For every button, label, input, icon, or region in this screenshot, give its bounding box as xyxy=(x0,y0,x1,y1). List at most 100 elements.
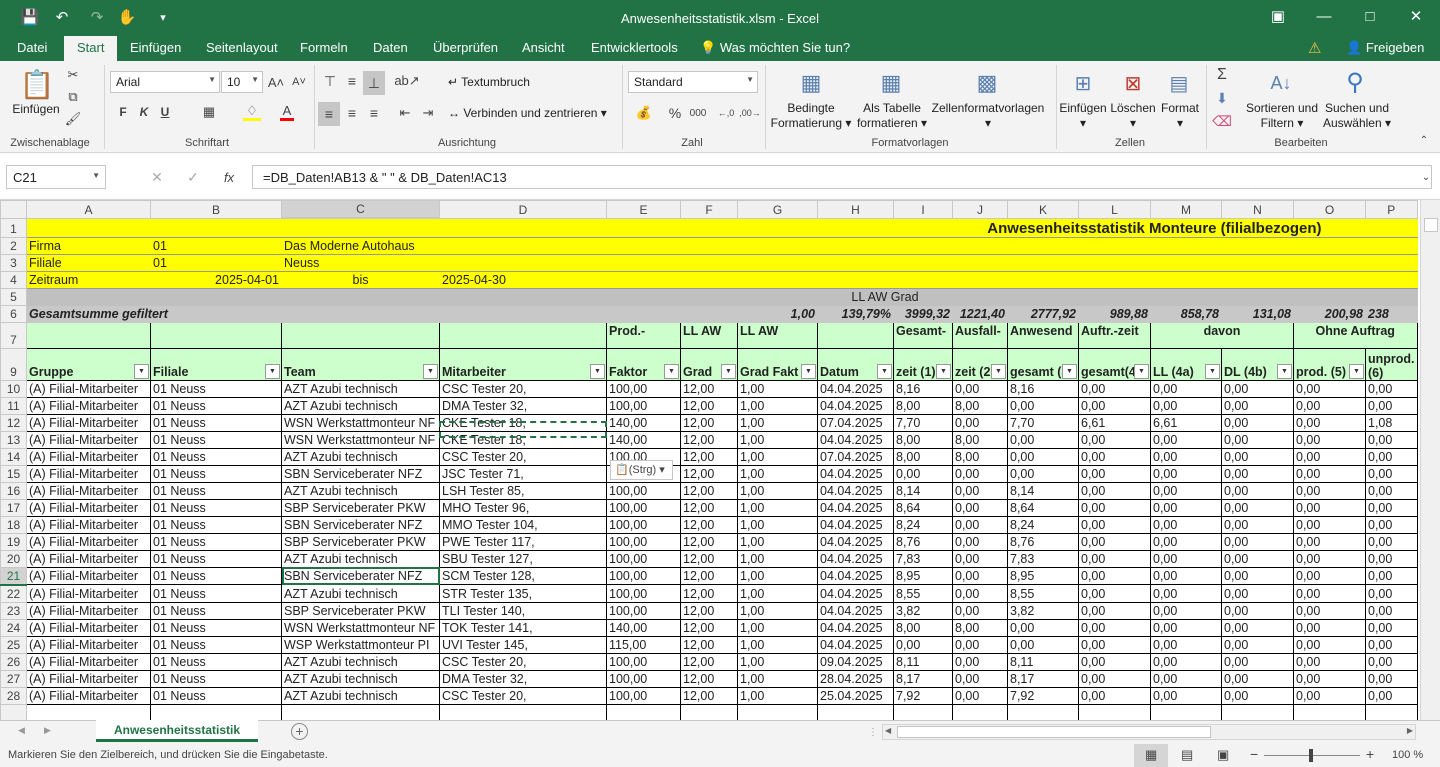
table-cell[interactable]: 0,00 xyxy=(1221,515,1294,534)
table-cell[interactable]: (A) Filial-Mitarbeiter xyxy=(26,686,151,705)
table-cell[interactable]: 0,00 xyxy=(1007,430,1079,449)
header-cell[interactable]: LL (4a) ▼ xyxy=(1150,347,1222,381)
row-header[interactable]: 23 xyxy=(0,601,27,620)
insert-cells-icon[interactable]: ⊞ xyxy=(1068,67,1098,99)
table-cell[interactable]: 8,00 xyxy=(952,618,1008,637)
table-cell[interactable]: 0,00 xyxy=(1365,584,1418,603)
clear-icon[interactable]: ⌫ xyxy=(1212,111,1232,131)
table-cell[interactable]: 12,00 xyxy=(680,413,738,432)
search-icon[interactable]: ⚲ xyxy=(1340,65,1370,99)
table-cell[interactable]: 8,14 xyxy=(1007,481,1079,500)
table-cell[interactable]: WSN Werkstattmonteur NF xyxy=(281,413,440,432)
table-cell[interactable]: 140,00 xyxy=(606,430,681,449)
row-header[interactable]: 13 xyxy=(0,430,27,449)
table-cell[interactable]: SBU Tester 127, xyxy=(439,549,607,568)
table-cell[interactable]: 12,00 xyxy=(680,686,738,705)
cancel-icon[interactable]: ✕ xyxy=(150,169,164,185)
cell[interactable] xyxy=(952,287,1418,306)
table-cell[interactable]: SBP Serviceberater PKW xyxy=(281,601,440,620)
table-cell[interactable]: 0,00 xyxy=(1007,618,1079,637)
row-header[interactable]: 9 xyxy=(0,347,27,381)
cell[interactable]: 2025-04-30 xyxy=(439,270,1418,289)
header-cell[interactable] xyxy=(817,321,894,349)
table-cell[interactable]: 1,00 xyxy=(737,413,818,432)
table-cell[interactable]: 0,00 xyxy=(1365,532,1418,551)
cell[interactable] xyxy=(606,304,681,323)
table-cell[interactable] xyxy=(439,703,607,720)
table-cell[interactable]: 04.04.2025 xyxy=(817,396,894,415)
table-cell[interactable]: CSC Tester 20, xyxy=(439,447,607,466)
header-cell[interactable]: davon xyxy=(1150,321,1294,349)
column-header[interactable]: J xyxy=(952,200,1008,219)
table-cell[interactable]: 0,00 xyxy=(1221,652,1294,671)
table-cell[interactable]: 100,00 xyxy=(606,549,681,568)
table-cell[interactable]: CKE Tester 18, xyxy=(439,413,607,432)
row-header[interactable]: 7 xyxy=(0,321,27,349)
align-top-icon[interactable]: ⊤ xyxy=(320,71,340,91)
filter-dropdown-icon[interactable]: ▼ xyxy=(590,363,605,379)
cell[interactable]: 01 xyxy=(150,253,282,272)
table-cell[interactable]: 0,00 xyxy=(1150,652,1222,671)
table-cell[interactable]: 0,00 xyxy=(1078,498,1151,517)
table-cell[interactable]: 140,00 xyxy=(606,618,681,637)
header-cell[interactable] xyxy=(150,321,282,349)
table-cell[interactable]: 25.04.2025 xyxy=(817,686,894,705)
format-cells-icon[interactable]: ▤ xyxy=(1164,67,1194,99)
table-cell[interactable]: STR Tester 135, xyxy=(439,584,607,603)
tab-entwicklertools[interactable]: Entwicklertools xyxy=(591,40,678,55)
table-cell[interactable]: 1,00 xyxy=(737,635,818,654)
row-header[interactable]: 2 xyxy=(0,236,27,255)
ribbon-display-icon[interactable]: ▣ xyxy=(1255,0,1301,32)
table-cell[interactable]: AZT Azubi technisch xyxy=(281,396,440,415)
table-cell[interactable]: 0,00 xyxy=(1293,618,1366,637)
row-header[interactable]: 21 xyxy=(0,566,27,586)
copy-icon[interactable]: ⧉ xyxy=(64,88,82,106)
row-header[interactable]: 26 xyxy=(0,652,27,671)
table-cell[interactable]: 0,00 xyxy=(1078,464,1151,483)
table-cell[interactable]: 0,00 xyxy=(1365,498,1418,517)
column-header[interactable]: L xyxy=(1078,200,1151,219)
table-cell[interactable]: 0,00 xyxy=(1150,618,1222,637)
sum-cell[interactable]: 3999,32 xyxy=(893,304,953,323)
header-cell[interactable]: Anwesend xyxy=(1007,321,1079,349)
table-cell[interactable]: (A) Filial-Mitarbeiter xyxy=(26,584,151,603)
thousands-icon[interactable]: 000 xyxy=(688,103,708,123)
table-cell[interactable]: 100,00 xyxy=(606,601,681,620)
insert-cells-button[interactable]: Einfügen ▾ xyxy=(1058,101,1108,131)
table-cell[interactable]: 04.04.2025 xyxy=(817,601,894,620)
table-cell[interactable]: 1,00 xyxy=(737,566,818,585)
table-cell[interactable]: 0,00 xyxy=(1150,396,1222,415)
table-cell[interactable]: 0,00 xyxy=(1150,430,1222,449)
table-cell[interactable]: 0,00 xyxy=(1078,686,1151,705)
sheet-title[interactable]: Anwesenheitsstatistik Monteure (filialbe… xyxy=(26,217,1418,238)
tell-me-box[interactable]: 💡 Was möchten Sie tun? xyxy=(700,40,850,56)
table-cell[interactable]: SBP Serviceberater PKW xyxy=(281,498,440,517)
table-cell[interactable]: 01 Neuss xyxy=(150,430,282,449)
table-cell[interactable]: 1,00 xyxy=(737,652,818,671)
table-cell[interactable]: 100,00 xyxy=(606,669,681,688)
table-cell[interactable]: 0,00 xyxy=(952,498,1008,517)
row-header[interactable]: 28 xyxy=(0,686,27,705)
table-cell[interactable]: 8,00 xyxy=(952,447,1008,466)
autosum-icon[interactable]: Σ xyxy=(1212,65,1232,85)
table-cell[interactable]: 0,00 xyxy=(952,566,1008,585)
table-cell[interactable]: 0,00 xyxy=(952,532,1008,551)
table-cell[interactable]: 8,24 xyxy=(1007,515,1079,534)
find-select-button[interactable]: Suchen und Auswählen ▾ xyxy=(1322,101,1392,131)
decrease-indent-icon[interactable]: ⇤ xyxy=(395,103,415,123)
table-cell[interactable]: AZT Azubi technisch xyxy=(281,584,440,603)
table-cell[interactable]: 100,00 xyxy=(606,584,681,603)
header-cell[interactable]: unprod. (6) xyxy=(1365,347,1418,381)
table-cell[interactable]: 0,00 xyxy=(1078,532,1151,551)
header-cell[interactable]: LL AW xyxy=(680,321,738,349)
sheet-tab-anwesenheitsstatistik[interactable]: Anwesenheitsstatistik xyxy=(96,720,258,742)
table-cell[interactable]: 1,00 xyxy=(737,447,818,466)
row-header[interactable]: 27 xyxy=(0,669,27,688)
table-cell[interactable]: 8,55 xyxy=(893,584,953,603)
table-cell[interactable]: 0,00 xyxy=(1293,584,1366,603)
page-layout-view-icon[interactable]: ▤ xyxy=(1181,747,1193,763)
table-cell[interactable]: 0,00 xyxy=(952,413,1008,432)
cut-icon[interactable]: ✂ xyxy=(64,66,82,84)
header-cell[interactable]: Gesamt- xyxy=(893,321,953,349)
table-cell[interactable]: 8,00 xyxy=(952,430,1008,449)
